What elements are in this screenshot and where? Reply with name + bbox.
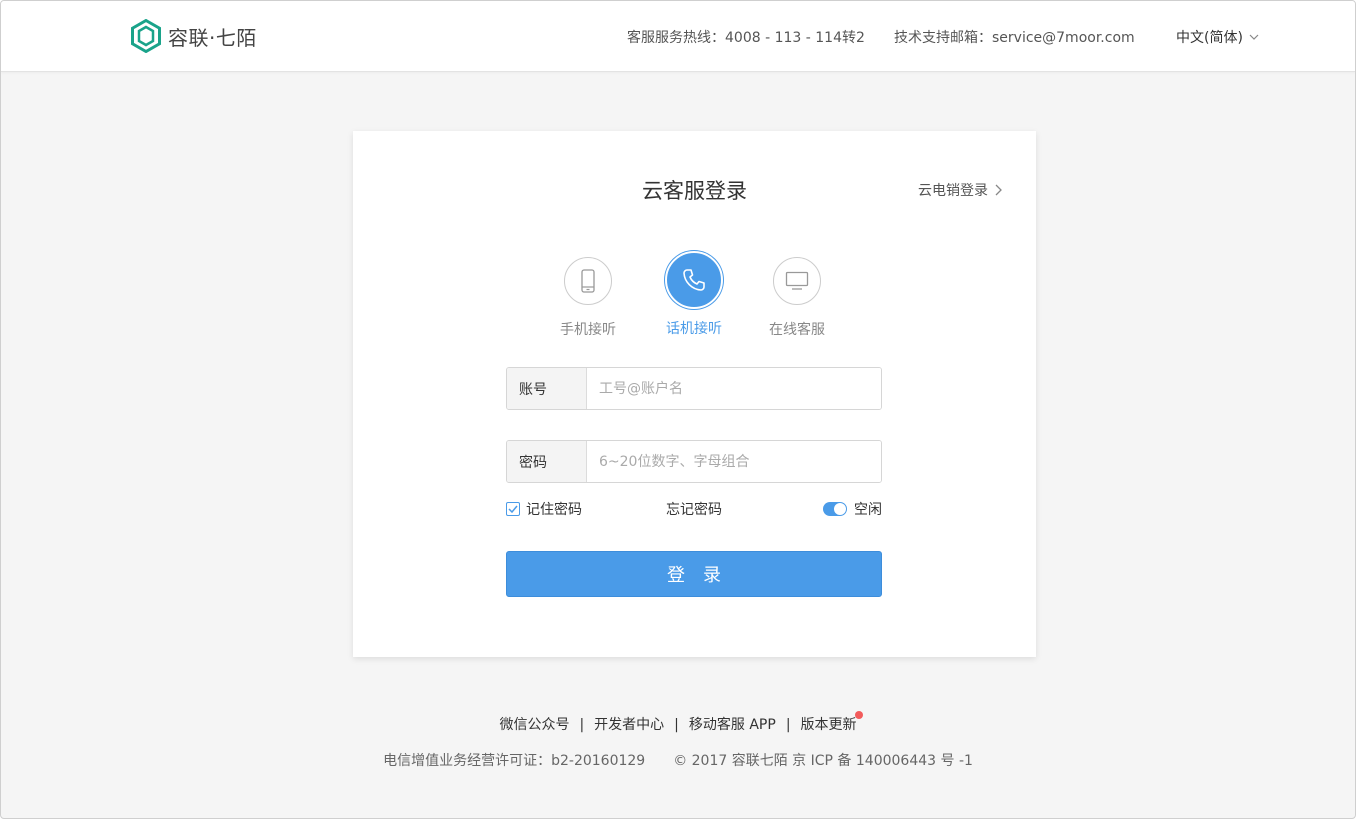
footer-link-version-update[interactable]: 版本更新 bbox=[800, 711, 863, 733]
mode-online-circle bbox=[773, 257, 821, 305]
language-selector[interactable]: 中文(简体) bbox=[1176, 27, 1259, 47]
telephone-icon bbox=[683, 269, 705, 291]
mobile-phone-icon bbox=[581, 269, 595, 293]
idle-status-toggle[interactable]: 空闲 bbox=[823, 499, 882, 519]
footer-link-mobile-app[interactable]: 移动客服 APP bbox=[689, 717, 776, 733]
monitor-icon bbox=[785, 271, 809, 290]
top-header: 容联·七陌 客服服务热线：4008 - 113 - 114转2 技术支持邮箱：s… bbox=[1, 1, 1355, 72]
forgot-password-link[interactable]: 忘记密码 bbox=[666, 499, 722, 519]
checkbox-checked-icon bbox=[506, 502, 520, 516]
footer-link-developer[interactable]: 开发者中心 bbox=[594, 717, 664, 733]
footer-divider: | bbox=[579, 717, 585, 733]
login-card: 云客服登录 云电销登录 手机接听 话机接听 在线客服 账号 工号@账户名 密码 … bbox=[353, 131, 1036, 657]
idle-status-label: 空闲 bbox=[854, 502, 882, 518]
mode-desk-phone-circle bbox=[665, 251, 723, 309]
mode-mobile-circle bbox=[564, 257, 612, 305]
login-button[interactable]: 登录 bbox=[506, 551, 882, 597]
cloud-sales-login-link[interactable]: 云电销登录 bbox=[918, 180, 1002, 200]
mode-online-label: 在线客服 bbox=[769, 322, 825, 338]
account-field: 账号 bbox=[506, 367, 882, 410]
chevron-down-icon bbox=[1249, 34, 1259, 40]
mode-desk-phone[interactable]: 话机接听 bbox=[649, 251, 739, 338]
toggle-switch-icon bbox=[823, 502, 847, 516]
mode-online-service[interactable]: 在线客服 bbox=[752, 251, 842, 339]
remember-password-checkbox[interactable]: 记住密码 bbox=[506, 499, 582, 519]
license-text: 电信增值业务经营许可证：b2-20160129 bbox=[383, 753, 646, 769]
logo-text: 容联·七陌 bbox=[168, 25, 257, 50]
login-options: 记住密码 忘记密码 空闲 bbox=[506, 499, 882, 519]
footer-links: 微信公众号 | 开发者中心 | 移动客服 APP | 版本更新 bbox=[1, 711, 1355, 734]
mode-mobile-label: 手机接听 bbox=[560, 322, 616, 338]
footer-link-wechat[interactable]: 微信公众号 bbox=[499, 717, 569, 733]
language-label: 中文(简体) bbox=[1176, 30, 1243, 46]
footer-info: 电信增值业务经营许可证：b2-20160129 © 2017 容联七陌 京 ICP… bbox=[1, 750, 1355, 770]
footer-divider: | bbox=[674, 717, 679, 733]
chevron-right-icon bbox=[995, 184, 1002, 196]
copyright-text: © 2017 容联七陌 京 ICP 备 140006443 号 -1 bbox=[673, 753, 973, 769]
page-frame: 容联·七陌 客服服务热线：4008 - 113 - 114转2 技术支持邮箱：s… bbox=[0, 0, 1356, 819]
account-label: 账号 bbox=[507, 368, 587, 409]
hexagon-logo-icon bbox=[131, 19, 161, 53]
version-update-label: 版本更新 bbox=[800, 717, 857, 733]
support-email: 技术支持邮箱：service@7moor.com bbox=[894, 30, 1135, 46]
remember-password-label: 记住密码 bbox=[526, 502, 582, 518]
password-field: 密码 bbox=[506, 440, 882, 483]
mode-desk-phone-label: 话机接听 bbox=[666, 321, 722, 337]
password-label: 密码 bbox=[507, 441, 587, 482]
alt-link-label: 云电销登录 bbox=[918, 183, 988, 199]
new-badge-dot bbox=[854, 711, 863, 719]
password-input[interactable] bbox=[587, 441, 881, 482]
service-hotline: 客服服务热线：4008 - 113 - 114转2 bbox=[627, 30, 865, 46]
footer-divider: | bbox=[785, 717, 791, 733]
account-input[interactable] bbox=[587, 368, 881, 409]
brand-logo[interactable]: 容联·七陌 bbox=[130, 19, 257, 53]
mode-mobile[interactable]: 手机接听 bbox=[543, 251, 633, 339]
